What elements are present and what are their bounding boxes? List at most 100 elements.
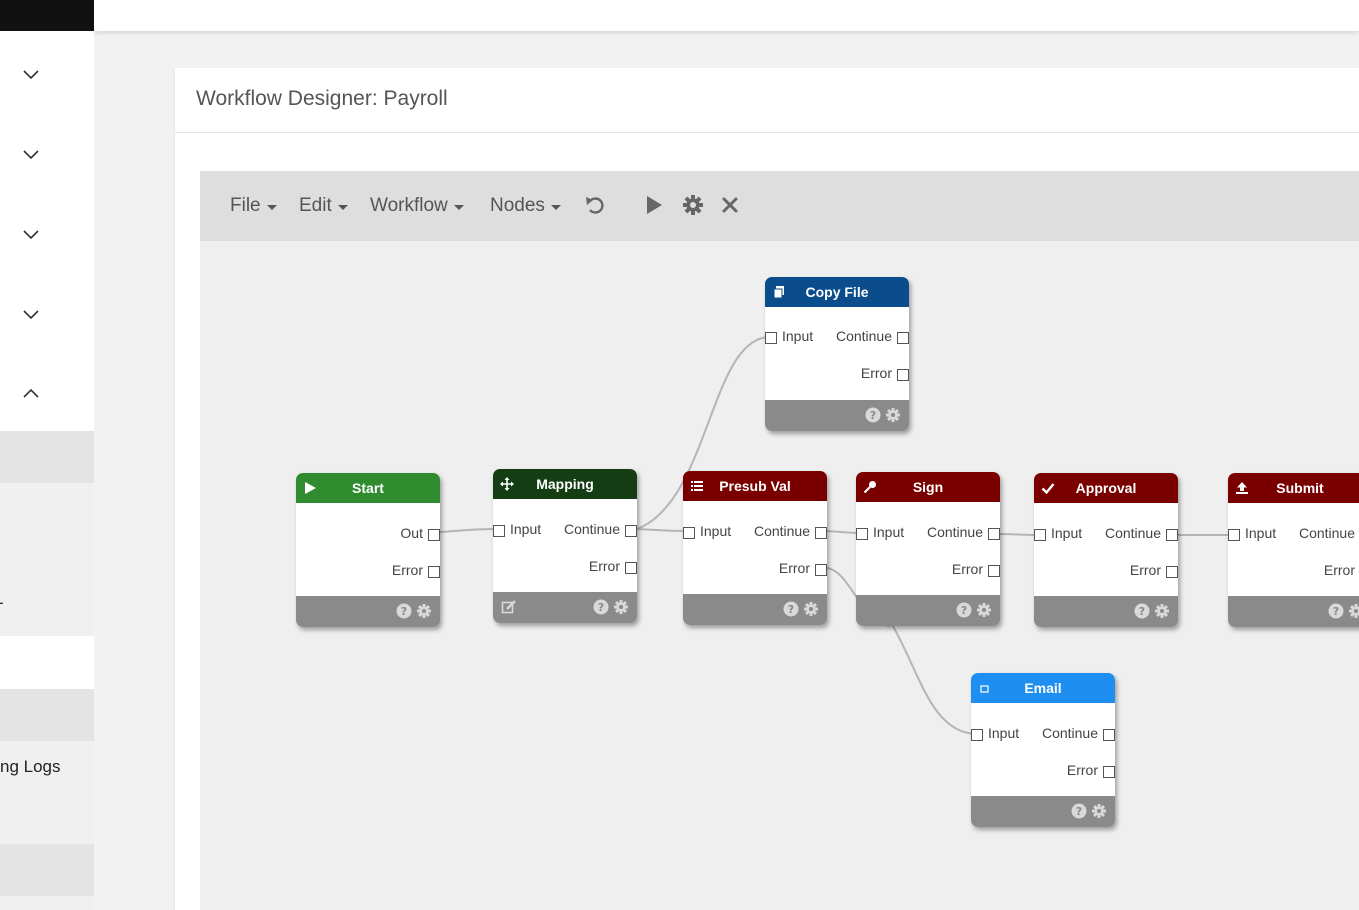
continue-port[interactable] [988,528,1000,540]
sidebar-mark: - [0,593,4,613]
help-icon[interactable]: ? [1328,603,1344,619]
error-port[interactable] [988,565,1000,577]
input-port[interactable] [493,525,505,537]
menu-edit-label: Edit [299,195,332,216]
input-port[interactable] [1228,529,1240,541]
menu-edit[interactable]: Edit [299,195,348,217]
help-icon[interactable]: ? [593,599,609,615]
node-sign[interactable]: Sign Input Continue Error ? [856,472,1000,626]
svg-text:?: ? [870,409,876,422]
menu-workflow-label: Workflow [370,195,448,216]
input-port[interactable] [856,528,868,540]
gear-icon[interactable] [681,193,705,217]
chevron-down-icon[interactable] [21,144,41,164]
sidebar-submenu-item[interactable] [0,896,94,910]
node-presub-val[interactable]: Presub Val Input Continue Error ? [683,471,827,625]
node-copy-file[interactable]: Copy File Input Continue Error ? [765,277,909,431]
sidebar-submenu-item[interactable] [0,689,94,741]
sidebar-item-label: ng Logs [0,757,61,776]
gear-icon[interactable] [1348,603,1359,619]
input-port[interactable] [765,332,777,344]
input-label: Input [873,524,905,540]
continue-port[interactable] [1166,529,1178,541]
svg-text:?: ? [1076,805,1082,818]
node-header[interactable]: Submit [1228,473,1359,503]
continue-label: Continue [1104,525,1161,541]
error-port[interactable] [897,369,909,381]
node-mapping[interactable]: Mapping Input Continue Error ? [493,469,637,623]
gear-icon[interactable] [416,603,432,619]
gear-icon[interactable] [1154,603,1170,619]
sidebar-submenu-item-active[interactable] [0,636,94,689]
help-icon[interactable]: ? [1071,803,1087,819]
continue-port[interactable] [1103,729,1115,741]
input-port[interactable] [971,729,983,741]
node-footer: ? [683,594,827,625]
error-port[interactable] [815,564,827,576]
menu-nodes[interactable]: Nodes [490,195,561,217]
edit-icon[interactable] [501,599,517,615]
sidebar-submenu-item[interactable] [0,844,94,896]
gear-icon[interactable] [613,599,629,615]
gear-icon[interactable] [976,602,992,618]
node-title: Start [352,480,384,496]
node-footer: ? [1034,596,1178,627]
node-header[interactable]: Mapping [493,469,637,499]
continue-port[interactable] [625,525,637,537]
node-header[interactable]: Start [296,473,440,503]
chevron-down-icon[interactable] [21,64,41,84]
sidebar-submenu-item[interactable]: - [0,483,94,636]
page-title: Workflow Designer: Payroll [196,87,448,110]
workflow-canvas[interactable]: Copy File Input Continue Error ? Start O… [200,241,1359,910]
help-icon[interactable]: ? [1134,603,1150,619]
node-header[interactable]: Email [971,673,1115,703]
node-title: Copy File [805,284,869,300]
input-port[interactable] [683,527,695,539]
input-label: Input [782,328,814,344]
node-email[interactable]: Email Input Continue Error ? [971,673,1115,827]
continue-port[interactable] [815,527,827,539]
gear-icon[interactable] [803,601,819,617]
divider [175,132,1359,133]
menu-workflow[interactable]: Workflow [370,195,464,217]
node-approval[interactable]: Approval Input Continue Error ? [1034,473,1178,627]
node-footer: ? [856,595,1000,626]
node-title: Email [1024,680,1062,696]
error-port[interactable] [428,566,440,578]
input-label: Input [1245,525,1277,541]
error-label: Error [951,561,983,577]
sidebar-submenu-item[interactable] [0,431,94,483]
continue-port[interactable] [897,332,909,344]
node-start[interactable]: Start Out Error ? [296,473,440,627]
gear-icon[interactable] [1091,803,1107,819]
help-icon[interactable]: ? [865,407,881,423]
node-header[interactable]: Sign [856,472,1000,502]
close-icon[interactable] [718,193,742,217]
sidebar-submenu-item-logs[interactable]: ng Logs [0,741,94,844]
gear-icon[interactable] [885,407,901,423]
error-port[interactable] [1166,566,1178,578]
node-header[interactable]: Copy File [765,277,909,307]
continue-label: Continue [835,328,892,344]
chevron-up-icon[interactable] [21,384,41,404]
menu-file[interactable]: File [230,195,277,217]
error-port[interactable] [625,562,637,574]
sidebar-header [0,0,94,31]
node-submit[interactable]: Submit Input Continue Error ? [1228,473,1359,627]
out-port[interactable] [428,529,440,541]
help-icon[interactable]: ? [396,603,412,619]
play-icon[interactable] [642,193,666,217]
node-header[interactable]: Presub Val [683,471,827,501]
help-icon[interactable]: ? [783,601,799,617]
help-icon[interactable]: ? [956,602,972,618]
continue-label: Continue [753,523,810,539]
error-label: Error [1323,562,1355,578]
input-port[interactable] [1034,529,1046,541]
error-label: Error [1066,762,1098,778]
chevron-down-icon[interactable] [21,304,41,324]
undo-icon[interactable] [583,193,607,217]
node-header[interactable]: Approval [1034,473,1178,503]
error-port[interactable] [1103,766,1115,778]
chevron-down-icon[interactable] [21,224,41,244]
caret-down-icon [453,204,464,210]
